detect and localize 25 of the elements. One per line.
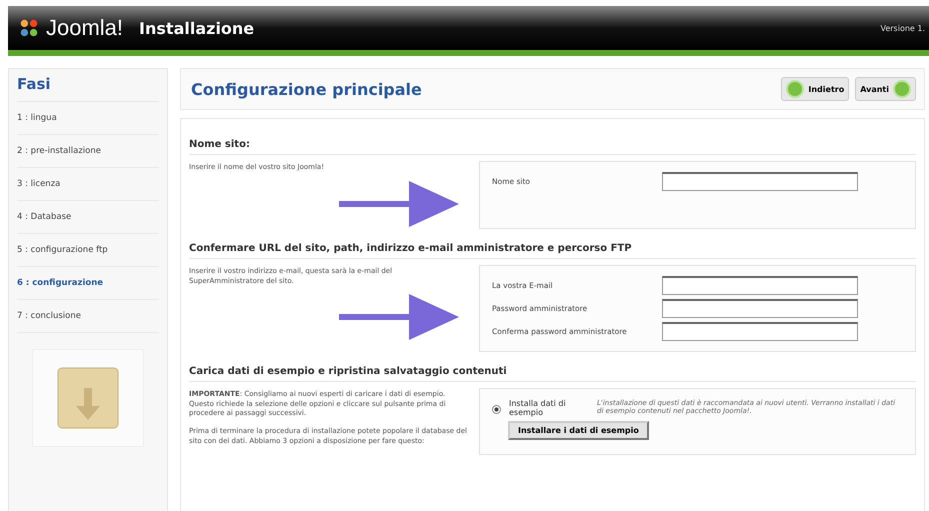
input-field[interactable]	[662, 322, 858, 341]
step-item: 6 : configurazione	[17, 267, 159, 300]
step-item: 4 : Database	[17, 201, 159, 234]
input-field[interactable]	[662, 172, 858, 191]
section-heading: Carica dati di esempio e ripristina salvataggio contenuti	[189, 360, 916, 382]
sidebar-title: Fasi	[17, 73, 159, 102]
input-field[interactable]	[662, 298, 858, 318]
back-button[interactable]: Indietro	[781, 77, 850, 101]
next-button[interactable]: Avanti	[855, 77, 916, 101]
header-title: Installazione	[139, 18, 254, 38]
logo-icon	[18, 17, 40, 39]
option-label: Installa dati di esempio	[509, 398, 567, 417]
install-sample-button[interactable]: Installare i dati di esempio	[508, 420, 649, 440]
step-item: 1 : lingua	[17, 102, 159, 135]
radio-button[interactable]	[492, 404, 501, 414]
section-heading: Nome sito:	[189, 133, 916, 155]
step-item: 3 : licenza	[17, 168, 159, 201]
page-title: Configurazione principale	[191, 80, 422, 98]
section-heading: Confermare URL del sito, path, indirizzo e-mail amministratore e percorso FTP	[189, 236, 916, 259]
input-field[interactable]	[662, 276, 858, 295]
logo-text: Joomla!	[46, 15, 124, 41]
version-label: Versione 1.	[880, 24, 926, 32]
step-item: 7 : conclusione	[17, 300, 159, 333]
step-item: 2 : pre-installazione	[17, 135, 159, 168]
step-item: 5 : configurazione ftp	[17, 234, 159, 267]
